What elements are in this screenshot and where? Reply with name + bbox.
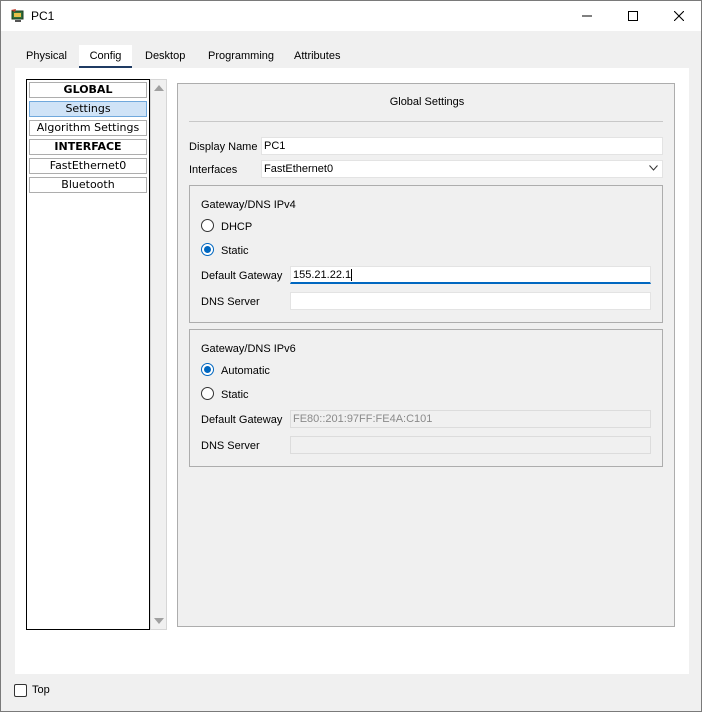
tab-attributes[interactable]: Attributes bbox=[284, 45, 350, 69]
title-bar: PC1 bbox=[1, 1, 701, 31]
scroll-down-icon[interactable] bbox=[154, 618, 164, 624]
ipv4-gateway-input[interactable]: 155.21.22.1 bbox=[290, 266, 651, 284]
ipv6-dns-label: DNS Server bbox=[201, 440, 260, 452]
nav-item-fastethernet0[interactable]: FastEthernet0 bbox=[29, 158, 147, 174]
top-checkbox-label[interactable]: Top bbox=[32, 684, 50, 696]
minimize-button[interactable] bbox=[564, 1, 610, 31]
ipv6-group-title: Gateway/DNS IPv6 bbox=[201, 343, 296, 355]
automatic-label[interactable]: Automatic bbox=[221, 365, 270, 377]
ipv4-static-radio[interactable] bbox=[201, 243, 214, 256]
ipv6-gateway-label: Default Gateway bbox=[201, 414, 283, 426]
ipv4-group: Gateway/DNS IPv4 DHCP Static Default Gat… bbox=[189, 185, 663, 323]
tab-physical[interactable]: Physical bbox=[16, 45, 77, 69]
top-checkbox[interactable] bbox=[14, 684, 27, 697]
config-nav-list: GLOBAL Settings Algorithm Settings INTER… bbox=[26, 79, 150, 630]
display-name-label: Display Name bbox=[189, 141, 258, 153]
nav-header-interface: INTERFACE bbox=[29, 139, 147, 155]
ipv6-dns-input bbox=[290, 436, 651, 454]
ipv4-group-title: Gateway/DNS IPv4 bbox=[201, 199, 296, 211]
ipv6-group: Gateway/DNS IPv6 Automatic Static Defaul… bbox=[189, 329, 663, 467]
packet-tracer-pc-icon bbox=[11, 9, 24, 22]
ipv4-dns-input[interactable] bbox=[290, 292, 651, 310]
text-cursor bbox=[351, 269, 353, 282]
dhcp-radio[interactable] bbox=[201, 219, 214, 232]
ipv4-dns-label: DNS Server bbox=[201, 296, 260, 308]
minimize-icon bbox=[582, 15, 592, 17]
tab-programming[interactable]: Programming bbox=[198, 45, 284, 69]
chevron-down-icon bbox=[649, 165, 658, 171]
maximize-button[interactable] bbox=[610, 1, 656, 31]
close-icon bbox=[674, 11, 684, 21]
tab-desktop[interactable]: Desktop bbox=[135, 45, 195, 69]
global-settings-panel: Global Settings Display Name PC1 Interfa… bbox=[177, 83, 675, 627]
scroll-up-icon[interactable] bbox=[154, 85, 164, 91]
close-button[interactable] bbox=[656, 1, 702, 31]
interfaces-select-value: FastEthernet0 bbox=[264, 163, 334, 175]
ipv4-gateway-value: 155.21.22.1 bbox=[293, 269, 352, 281]
ipv6-static-radio[interactable] bbox=[201, 387, 214, 400]
title-divider bbox=[189, 121, 663, 122]
tab-config[interactable]: Config bbox=[79, 45, 132, 69]
nav-item-settings[interactable]: Settings bbox=[29, 101, 147, 117]
nav-item-algorithm-settings[interactable]: Algorithm Settings bbox=[29, 120, 147, 136]
nav-item-bluetooth[interactable]: Bluetooth bbox=[29, 177, 147, 193]
dhcp-label[interactable]: DHCP bbox=[221, 221, 252, 233]
window-title: PC1 bbox=[31, 9, 55, 23]
global-settings-title: Global Settings bbox=[389, 96, 465, 108]
config-content: GLOBAL Settings Algorithm Settings INTER… bbox=[15, 68, 689, 674]
app-window: PC1 Physical Config Desktop Programming … bbox=[0, 0, 702, 712]
interfaces-select[interactable]: FastEthernet0 bbox=[261, 160, 663, 178]
maximize-icon bbox=[628, 11, 638, 21]
interfaces-label: Interfaces bbox=[189, 164, 238, 176]
tab-config-label: Config bbox=[89, 50, 122, 62]
automatic-radio[interactable] bbox=[201, 363, 214, 376]
ipv4-static-label[interactable]: Static bbox=[221, 245, 249, 257]
display-name-input[interactable]: PC1 bbox=[261, 137, 663, 155]
nav-header-global: GLOBAL bbox=[29, 82, 147, 98]
nav-scrollbar[interactable] bbox=[150, 79, 167, 630]
ipv6-static-label[interactable]: Static bbox=[221, 389, 249, 401]
ipv4-gateway-label: Default Gateway bbox=[201, 270, 283, 282]
ipv6-gateway-input: FE80::201:97FF:FE4A:C101 bbox=[290, 410, 651, 428]
